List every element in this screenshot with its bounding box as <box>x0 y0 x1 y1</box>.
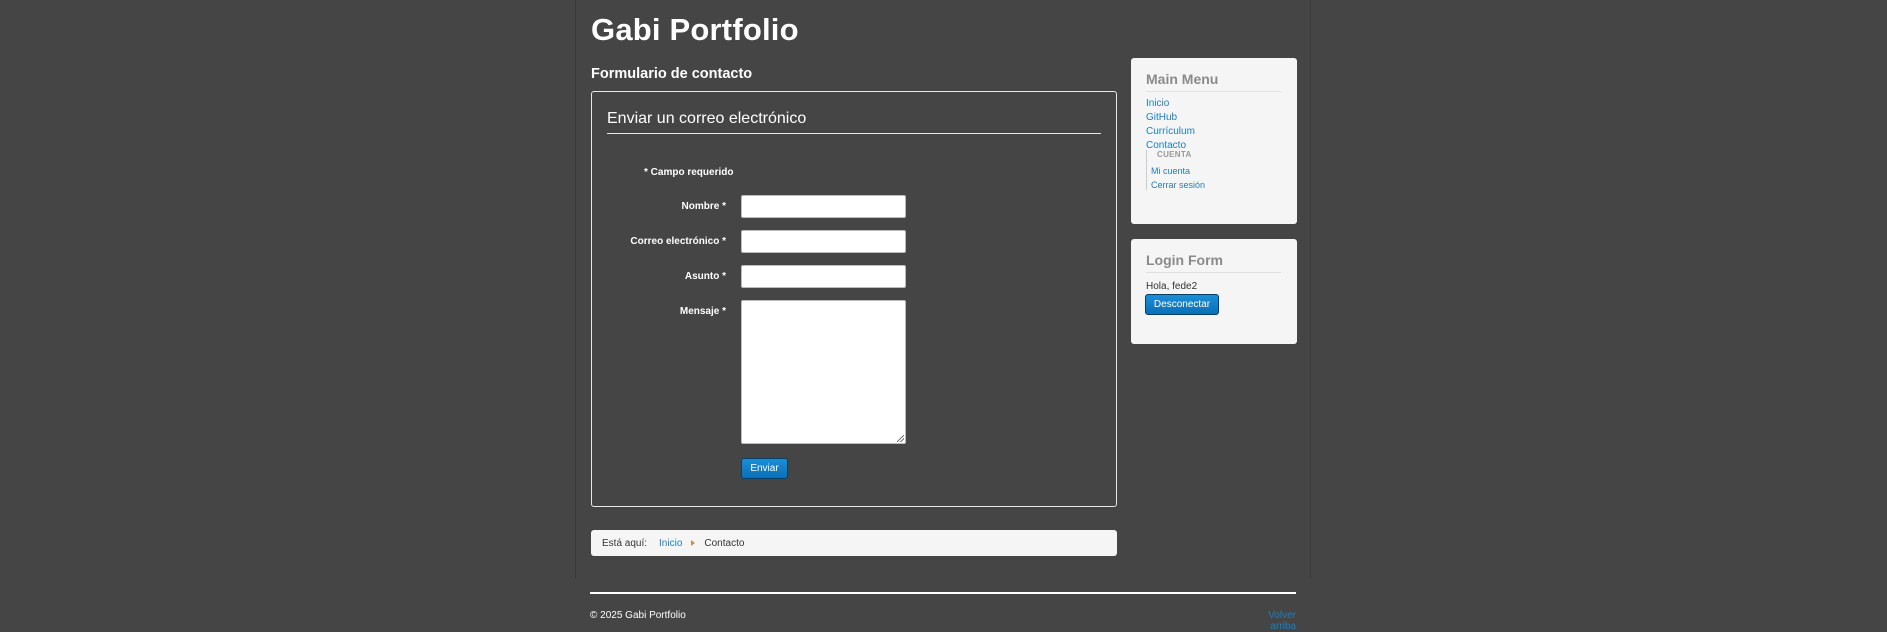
name-label: Nombre * <box>681 201 726 212</box>
back-to-top-link[interactable]: Volver arriba <box>1241 610 1296 632</box>
account-submenu: CUENTA Mi cuenta Cerrar sesión <box>1146 150 1267 190</box>
page-container: Gabi Portfolio Formulario de contacto En… <box>575 0 1311 578</box>
breadcrumb-current: Contacto <box>704 537 745 549</box>
resize-grip-icon[interactable] <box>897 435 904 442</box>
name-field[interactable] <box>741 195 906 218</box>
submenu-header: CUENTA <box>1157 150 1192 159</box>
email-label: Correo electrónico * <box>630 236 726 247</box>
login-form-module: Login Form Hola, fede2 Desconectar <box>1131 239 1297 344</box>
email-field[interactable] <box>741 230 906 253</box>
page-heading: Formulario de contacto <box>591 66 753 82</box>
message-field[interactable] <box>741 300 906 444</box>
copyright: © 2025 Gabi Portfolio <box>590 610 686 621</box>
message-label: Mensaje * <box>679 306 726 317</box>
logout-button[interactable]: Desconectar <box>1145 294 1219 315</box>
breadcrumb-separator-icon <box>691 540 696 546</box>
breadcrumb: Está aquí: Inicio Contacto <box>591 530 1117 556</box>
menu-item-github[interactable]: GitHub <box>1146 112 1177 123</box>
footer-divider <box>590 592 1296 594</box>
menu-item-inicio[interactable]: Inicio <box>1146 98 1169 109</box>
submenu-item-mi-cuenta[interactable]: Mi cuenta <box>1151 166 1190 176</box>
breadcrumb-home-link[interactable]: Inicio <box>659 538 682 549</box>
menu-item-curriculum[interactable]: Currículum <box>1146 126 1195 137</box>
main-menu-module: Main Menu Inicio GitHub Currículum Conta… <box>1131 58 1297 224</box>
subject-label: Asunto * <box>684 271 726 282</box>
login-form-title: Login Form <box>1146 252 1281 273</box>
submenu-item-cerrar-sesion[interactable]: Cerrar sesión <box>1151 180 1205 190</box>
subject-field[interactable] <box>741 265 906 288</box>
required-note: * Campo requerido <box>644 167 734 178</box>
main-menu-title: Main Menu <box>1146 71 1281 92</box>
site-title[interactable]: Gabi Portfolio <box>591 12 799 48</box>
contact-form: Enviar un correo electrónico * Campo req… <box>591 91 1117 507</box>
greeting-text: Hola, fede2 <box>1146 281 1198 292</box>
form-legend: Enviar un correo electrónico <box>607 110 1101 134</box>
send-button[interactable]: Enviar <box>741 458 788 479</box>
breadcrumb-prefix: Está aquí: <box>602 537 648 549</box>
